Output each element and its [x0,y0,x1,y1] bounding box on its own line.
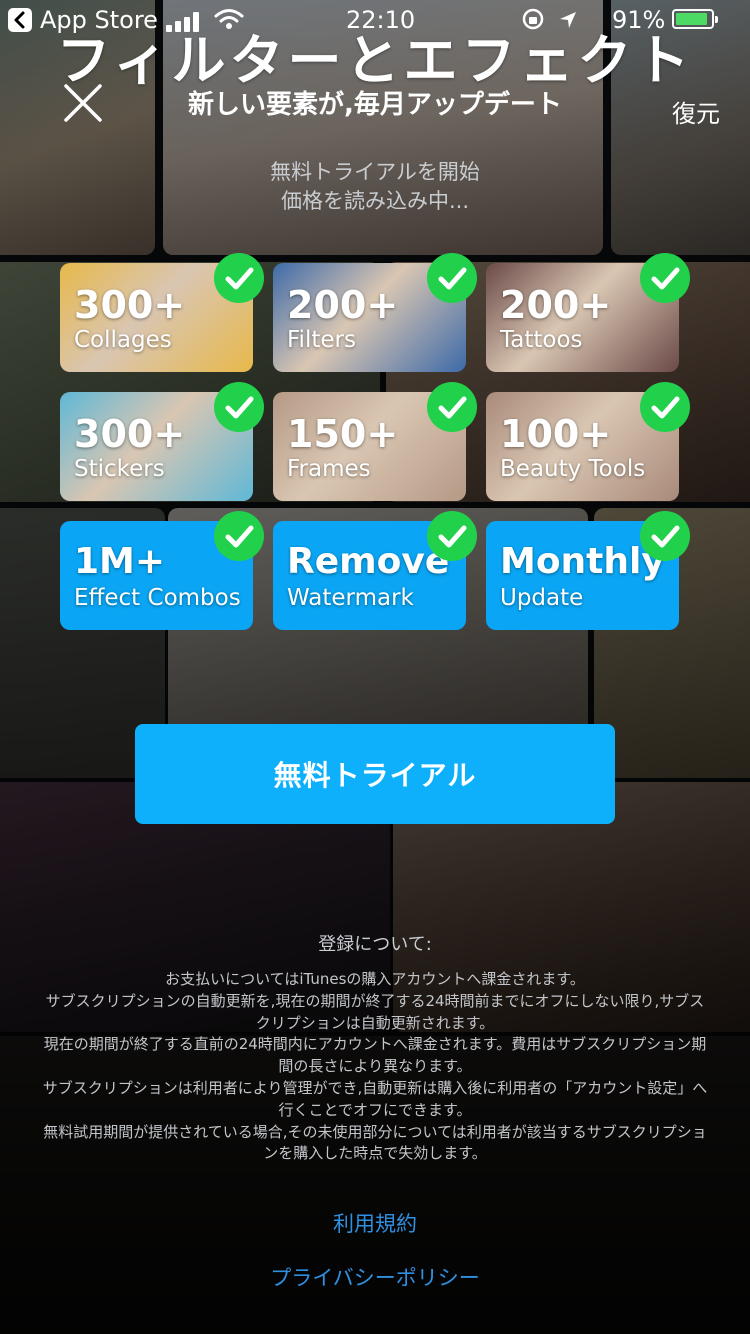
feature-grid: 300+ Collages 200+ Filters 200+ Tattoos 300+ St… [60,253,690,633]
checkmark-icon [640,511,690,561]
legal-text: お支払いについてはiTunesの購入アカウントへ課金されます。 サブスクリプショ… [40,969,710,1165]
page-subtitle: 新しい要素が,毎月アップデート [188,90,562,120]
trial-info-line1: 無料トライアルを開始 [270,160,480,184]
feature-card-count: 200+ [287,283,399,327]
feature-card-label: Collages [74,327,172,353]
feature-card: 300+ Stickers [60,382,264,501]
feature-card-label: Stickers [74,456,165,482]
legal-heading: 登録について: [318,934,432,955]
checkmark-icon [427,511,477,561]
checkmark-icon [214,511,264,561]
free-trial-button[interactable]: 無料トライアル [135,724,615,824]
feature-card-count: 200+ [500,283,612,327]
feature-card: 100+ Beauty Tools [486,382,690,501]
feature-card: 150+ Frames [273,382,477,501]
legal-line: 現在の期間が終了する直前の24時間内にアカウントへ課金されます。費用はサブスクリ… [43,1035,707,1076]
checkmark-icon [640,253,690,303]
trial-info: 無料トライアルを開始 価格を読み込み中... [0,158,750,216]
feature-card-label: Update [500,585,584,611]
legal-line: サブスクリプションは利用者により管理ができ,自動更新は購入後に利用者の「アカウン… [42,1078,708,1119]
feature-card-label: Beauty Tools [500,456,646,482]
feature-card-count: 100+ [500,412,612,456]
feature-card-count: 1M+ [74,541,166,582]
checkmark-icon [640,382,690,432]
feature-card-count: 300+ [74,412,186,456]
legal-line: お支払いについてはiTunesの購入アカウントへ課金されます。 [165,970,585,988]
checkmark-icon [214,382,264,432]
legal-line: 無料試用期間が提供されている場合,その未使用部分については利用者が該当するサブス… [43,1122,707,1163]
subscription-screen: App Store 22:10 91% フィルターとエフェクト 新しい要素が,毎… [0,0,750,1334]
trial-info-line2: 価格を読み込み中... [280,189,470,213]
feature-card-label: Tattoos [500,327,583,353]
privacy-policy-link[interactable]: プライバシーポリシー [0,1262,750,1292]
feature-card-count: 150+ [287,412,399,456]
checkmark-icon [214,253,264,303]
feature-card: 200+ Tattoos [486,253,690,372]
feature-card: Remove Watermark [273,511,477,630]
feature-card-count: Remove [287,541,450,582]
feature-card-label: Frames [287,456,371,482]
checkmark-icon [427,253,477,303]
feature-card-label: Effect Combos [74,585,241,611]
feature-card: 1M+ Effect Combos [60,511,264,630]
terms-link[interactable]: 利用規約 [0,1208,750,1238]
checkmark-icon [427,382,477,432]
feature-card-label: Filters [287,327,356,353]
feature-card: 300+ Collages [60,253,264,372]
close-button[interactable] [62,84,106,124]
feature-card-count: 300+ [74,283,186,327]
legal-line: サブスクリプションの自動更新を,現在の期間が終了する24時間前までにオフにしない… [45,991,705,1032]
feature-card: Monthly Update [486,511,690,630]
feature-card-label: Watermark [287,585,414,611]
feature-card: 200+ Filters [273,253,477,372]
close-icon [64,84,102,122]
restore-button[interactable]: 復元 [672,94,720,129]
